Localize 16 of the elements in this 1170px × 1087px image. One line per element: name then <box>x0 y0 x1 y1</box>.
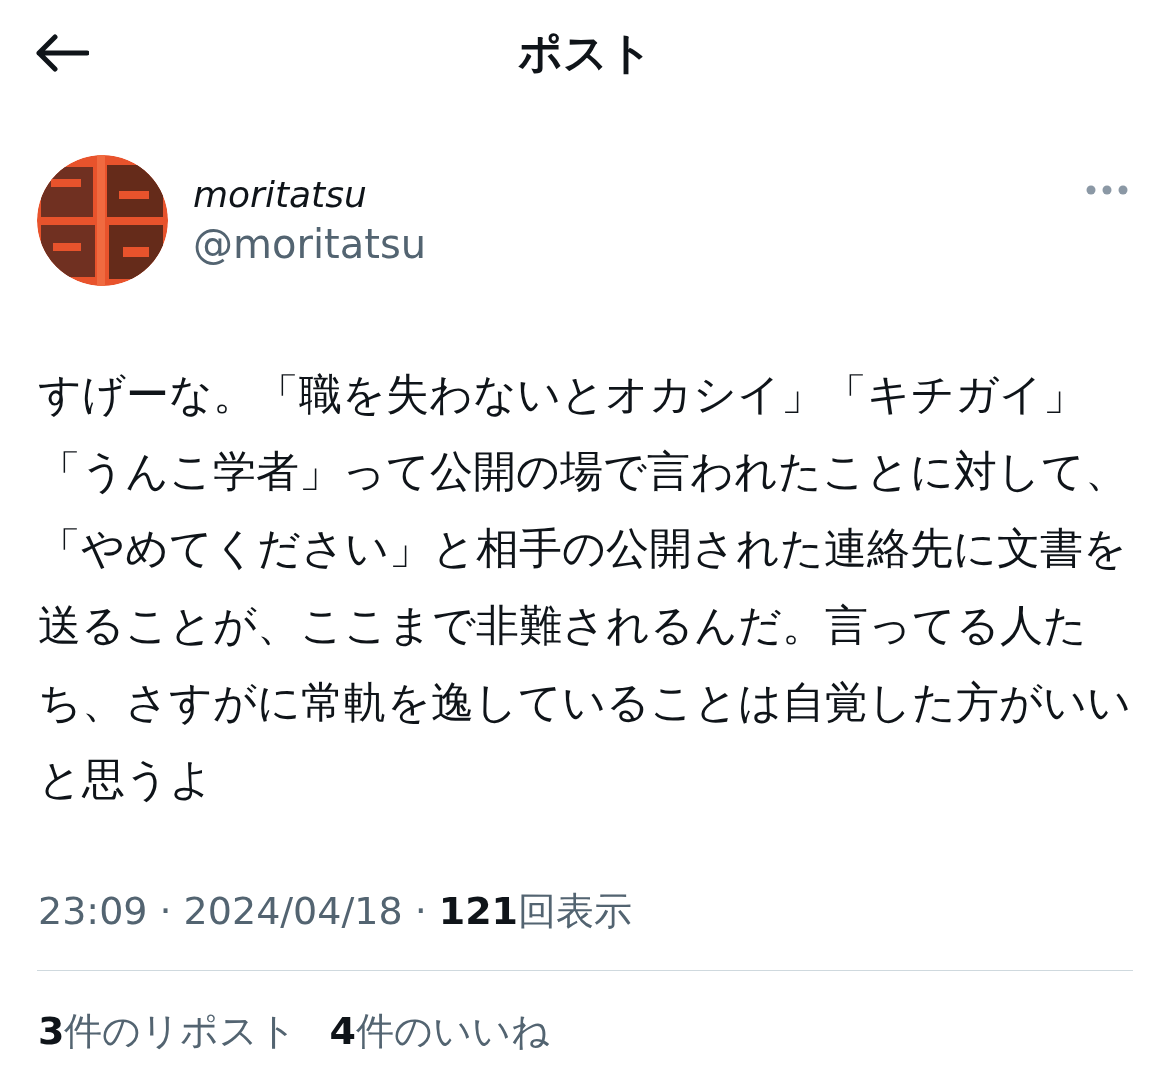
user-handle[interactable]: @moritatsu <box>193 217 427 270</box>
post-text: すげーな。「職を失わないとオカシイ」「キチガイ」「うんこ学者」って公開の場で言われたことに対して、「やめてください」と相手の公開された連絡先に文書を送ることが、ここまで非難されるんだ。言ってる人たち、さすがに常軌を逸していることは自覚した方がいいと思うよ <box>38 368 1132 806</box>
separator-dot: · <box>414 888 427 935</box>
more-options-icon[interactable] <box>1086 185 1128 195</box>
separator-dot: · <box>159 888 172 935</box>
stat-count[interactable]: 4 <box>329 1003 356 1060</box>
post-time: 23:09 <box>38 888 148 935</box>
stat-label[interactable]: 件のリポスト <box>64 1003 298 1060</box>
stat-count[interactable]: 3 <box>38 1003 65 1060</box>
page-title: ポスト <box>517 25 653 80</box>
stat-label[interactable]: 件のいいね <box>355 1003 550 1060</box>
post-date: 2024/04/18 <box>183 888 403 935</box>
display-name[interactable]: moritatsu <box>193 171 367 218</box>
view-count: 121 <box>438 888 519 935</box>
back-arrow-icon[interactable] <box>35 34 89 72</box>
view-label: 回表示 <box>518 888 633 935</box>
